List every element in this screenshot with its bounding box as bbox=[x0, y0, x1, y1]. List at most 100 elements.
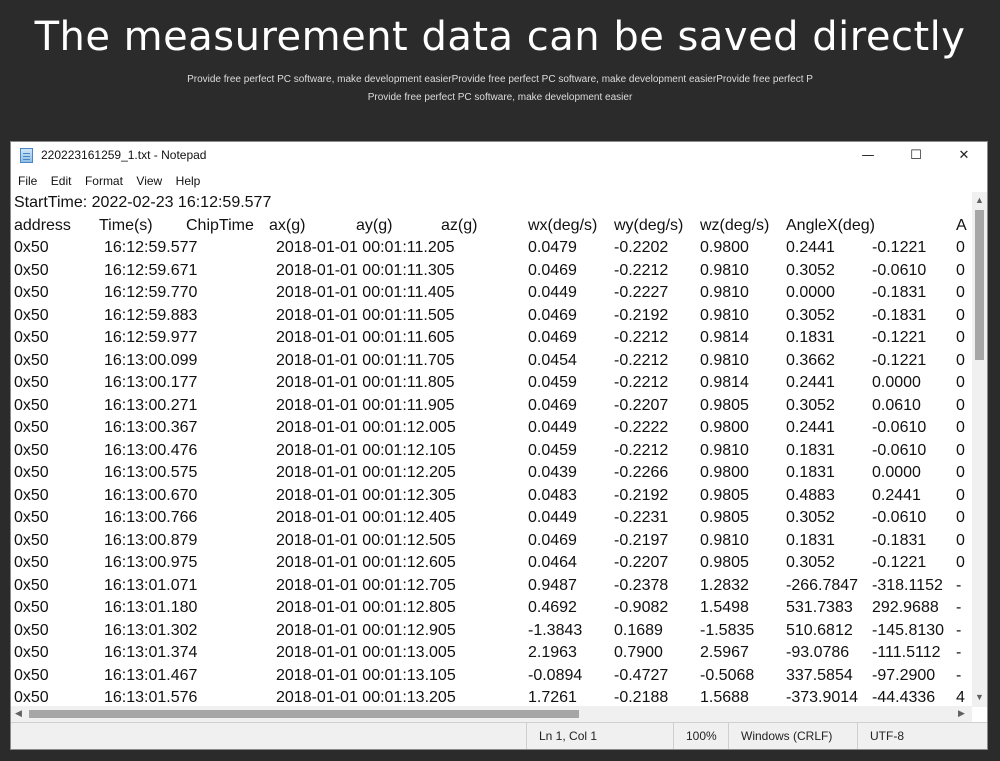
cell: 0 bbox=[956, 554, 965, 571]
cell: 0x50 bbox=[14, 396, 49, 414]
cell: 2018-01-01 00:01:13.005 bbox=[276, 644, 456, 661]
cell: 0x50 bbox=[14, 486, 49, 504]
cell: 0.0469 bbox=[528, 306, 577, 324]
vertical-scrollbar[interactable]: ▲ ▼ bbox=[972, 192, 987, 707]
cell: 2018-01-01 00:01:11.805 bbox=[276, 374, 455, 391]
cell: 16:13:00.575 bbox=[104, 464, 198, 481]
scroll-up-arrow-icon[interactable]: ▲ bbox=[975, 195, 984, 205]
data-row: 0x50 16:13:00.879 2018-01-01 00:01:12.505 0… bbox=[11, 530, 972, 553]
promo-banner: The measurement data can be saved direct… bbox=[0, 0, 1000, 140]
scroll-right-arrow-icon[interactable]: ▶ bbox=[958, 708, 965, 719]
cell: 0.9805 bbox=[700, 509, 749, 526]
cell: 2018-01-01 00:01:11.305 bbox=[276, 261, 455, 279]
data-row: 0x50 16:13:00.575 2018-01-01 00:01:12.205 0… bbox=[11, 462, 972, 485]
menu-help[interactable]: Help bbox=[176, 171, 201, 191]
cell: 0.3662 bbox=[786, 351, 835, 369]
data-row: 0x50 16:13:00.766 2018-01-01 00:01:12.405 0… bbox=[11, 507, 972, 530]
cell: 16:13:00.177 bbox=[104, 374, 198, 391]
cell: 2018-01-01 00:01:12.505 bbox=[276, 531, 456, 549]
cell: -0.4727 bbox=[614, 666, 669, 684]
cell: 0.0000 bbox=[786, 284, 835, 301]
cell: 2018-01-01 00:01:11.205 bbox=[276, 239, 455, 256]
cell: 16:13:00.766 bbox=[104, 509, 198, 526]
cell: -145.8130 bbox=[872, 621, 945, 639]
cell: 0.1831 bbox=[786, 329, 835, 346]
menu-edit[interactable]: Edit bbox=[51, 171, 72, 191]
scroll-down-arrow-icon[interactable]: ▼ bbox=[975, 692, 984, 702]
cell: 0.0483 bbox=[528, 486, 577, 504]
cell: 16:13:01.180 bbox=[104, 599, 198, 616]
data-row: 0x50 16:13:01.374 2018-01-01 00:01:13.005 2… bbox=[11, 642, 972, 665]
data-row: 0x50 16:13:00.099 2018-01-01 00:01:11.705 0… bbox=[11, 350, 972, 373]
cell: 1.7261 bbox=[528, 689, 577, 706]
menu-file[interactable]: File bbox=[18, 171, 37, 191]
cell: 16:12:59.577 bbox=[104, 239, 198, 256]
cell: -0.2227 bbox=[614, 284, 669, 301]
cell: 0.1689 bbox=[614, 621, 663, 639]
cell: -97.2900 bbox=[872, 666, 936, 684]
data-row: 0x50 16:12:59.770 2018-01-01 00:01:11.405 0… bbox=[11, 282, 972, 305]
cell: 0.9805 bbox=[700, 554, 749, 571]
cell: - bbox=[956, 576, 962, 594]
cell: 0 bbox=[956, 396, 965, 414]
header-line: address Time(s) ChipTime ax(g) ay(g) az(g) wx(… bbox=[11, 215, 972, 238]
minimize-button[interactable]: — bbox=[845, 142, 891, 169]
line-ending: Windows (CRLF) bbox=[728, 723, 858, 749]
cell: 2018-01-01 00:01:12.705 bbox=[276, 576, 456, 594]
data-row: 0x50 16:13:00.476 2018-01-01 00:01:12.105 0… bbox=[11, 440, 972, 463]
cell: 2018-01-01 00:01:12.005 bbox=[276, 419, 456, 436]
cell: 0.0469 bbox=[528, 531, 577, 549]
menu-view[interactable]: View bbox=[136, 171, 162, 191]
cell: 0.3052 bbox=[786, 509, 835, 526]
cell: 0 bbox=[956, 441, 965, 459]
notepad-icon bbox=[20, 148, 33, 163]
text-editor[interactable]: StartTime: 2022-02-23 16:12:59.577 addre… bbox=[11, 192, 972, 706]
cell: 16:13:00.476 bbox=[104, 441, 198, 459]
cell: 16:13:01.576 bbox=[104, 689, 198, 706]
cell: 1.2832 bbox=[700, 576, 749, 594]
cell: ax(g) bbox=[269, 216, 306, 234]
cell: 2018-01-01 00:01:11.605 bbox=[276, 329, 455, 346]
data-row: 0x50 16:13:00.271 2018-01-01 00:01:11.905 0… bbox=[11, 395, 972, 418]
cell: 0.9800 bbox=[700, 464, 749, 481]
cell: 0.0000 bbox=[872, 464, 921, 481]
data-row: 0x50 16:13:01.576 2018-01-01 00:01:13.205 1… bbox=[11, 687, 972, 706]
cell: -0.0610 bbox=[872, 509, 927, 526]
vertical-scroll-thumb[interactable] bbox=[975, 210, 984, 360]
menu-format[interactable]: Format bbox=[85, 171, 123, 191]
cell: -0.2222 bbox=[614, 419, 669, 436]
cell: 510.6812 bbox=[786, 621, 853, 639]
cell: -0.0610 bbox=[872, 419, 927, 436]
cell: 0x50 bbox=[14, 599, 49, 616]
cell: -0.2188 bbox=[614, 689, 669, 706]
cell: 2.5967 bbox=[700, 644, 749, 661]
horizontal-scroll-thumb[interactable] bbox=[29, 710, 579, 718]
cell: 0x50 bbox=[14, 306, 49, 324]
cell: 0 bbox=[956, 261, 965, 279]
cell: 0 bbox=[956, 351, 965, 369]
cell: -111.5112 bbox=[872, 644, 941, 661]
cell: 0.7900 bbox=[614, 644, 663, 661]
cell: -0.2212 bbox=[614, 261, 669, 279]
cell: address bbox=[14, 216, 71, 234]
cell: 0x50 bbox=[14, 261, 49, 279]
cell: 2018-01-01 00:01:12.305 bbox=[276, 486, 456, 504]
data-row: 0x50 16:13:01.180 2018-01-01 00:01:12.805 0… bbox=[11, 597, 972, 620]
cell: 0.9810 bbox=[700, 261, 749, 279]
horizontal-scrollbar[interactable]: ◀ ▶ bbox=[11, 706, 972, 722]
cell: -0.5068 bbox=[700, 666, 755, 684]
cell: 2018-01-01 00:01:13.105 bbox=[276, 666, 456, 684]
title-bar[interactable]: 220223161259_1.txt - Notepad — ☐ ✕ bbox=[11, 142, 987, 169]
cell: 0 bbox=[956, 531, 965, 549]
cell: -0.2207 bbox=[614, 396, 669, 414]
scroll-left-arrow-icon[interactable]: ◀ bbox=[15, 708, 22, 719]
cell: 16:13:00.879 bbox=[104, 531, 198, 549]
maximize-button[interactable]: ☐ bbox=[893, 142, 939, 169]
data-row: 0x50 16:13:00.670 2018-01-01 00:01:12.305 0… bbox=[11, 485, 972, 508]
cell: 0 bbox=[956, 486, 965, 504]
menu-bar: File Edit Format View Help bbox=[11, 171, 987, 191]
close-button[interactable]: ✕ bbox=[941, 142, 987, 169]
cell: -44.4336 bbox=[872, 689, 936, 706]
cell: - bbox=[956, 599, 962, 616]
cell: 0.4692 bbox=[528, 599, 577, 616]
